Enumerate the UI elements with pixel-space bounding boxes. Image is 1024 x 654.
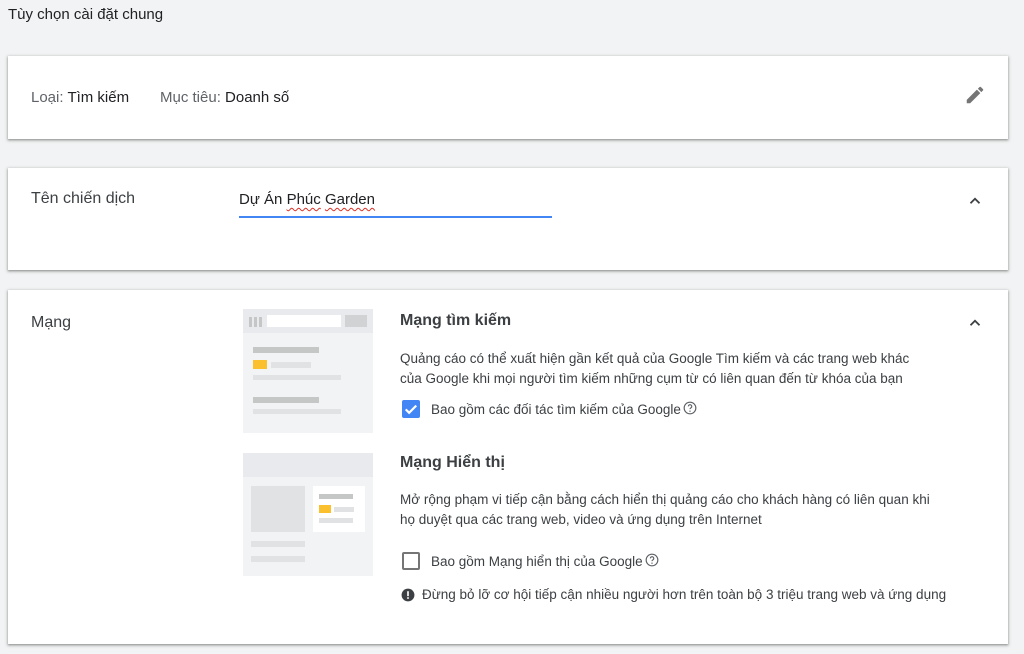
info-alert-icon [401, 588, 415, 602]
display-network-label[interactable]: Bao gồm Mạng hiển thị của Google [431, 554, 643, 569]
type-label: Loại: [31, 89, 64, 106]
pencil-icon[interactable] [964, 84, 986, 106]
display-network-warning: Đừng bỏ lỡ cơ hội tiếp cận nhiều người h… [422, 587, 947, 602]
chevron-up-icon[interactable] [966, 314, 984, 332]
display-network-illustration [243, 453, 373, 576]
search-network-illustration [243, 309, 373, 433]
search-partners-checkbox[interactable] [402, 400, 420, 418]
chevron-up-icon[interactable] [966, 192, 984, 210]
search-network-description: Quảng cáo có thể xuất hiện gần kết quả c… [400, 351, 910, 386]
help-icon[interactable] [645, 553, 659, 567]
network-card: Mạng Mạng tìm kiếm Quảng cáo có thể xuất… [8, 290, 1008, 644]
campaign-summary-card: Loại: Tìm kiếm Mục tiêu: Doanh số [8, 56, 1008, 139]
campaign-goal: Mục tiêu: Doanh số [160, 89, 289, 106]
display-network-title: Mạng Hiển thị [400, 454, 505, 471]
help-icon[interactable] [683, 401, 697, 415]
network-label: Mạng [31, 314, 72, 331]
display-network-checkbox[interactable] [402, 552, 420, 570]
type-value: Tìm kiếm [67, 89, 130, 106]
goal-value: Doanh số [225, 89, 290, 106]
search-partners-label[interactable]: Bao gồm các đối tác tìm kiếm của Google [431, 402, 681, 417]
page-title: Tùy chọn cài đặt chung [8, 6, 164, 23]
campaign-name-label: Tên chiến dịch [31, 190, 136, 207]
campaign-name-input[interactable] [239, 190, 552, 218]
campaign-name-card: Tên chiến dịch Dự Án Phúc Garden [8, 168, 1008, 270]
display-network-description: Mở rộng phạm vi tiếp cận bằng cách hiển … [400, 492, 930, 527]
campaign-type: Loại: Tìm kiếm [31, 89, 129, 106]
check-icon [404, 404, 418, 415]
search-network-title: Mạng tìm kiếm [400, 312, 512, 329]
goal-label: Mục tiêu: [160, 89, 221, 106]
